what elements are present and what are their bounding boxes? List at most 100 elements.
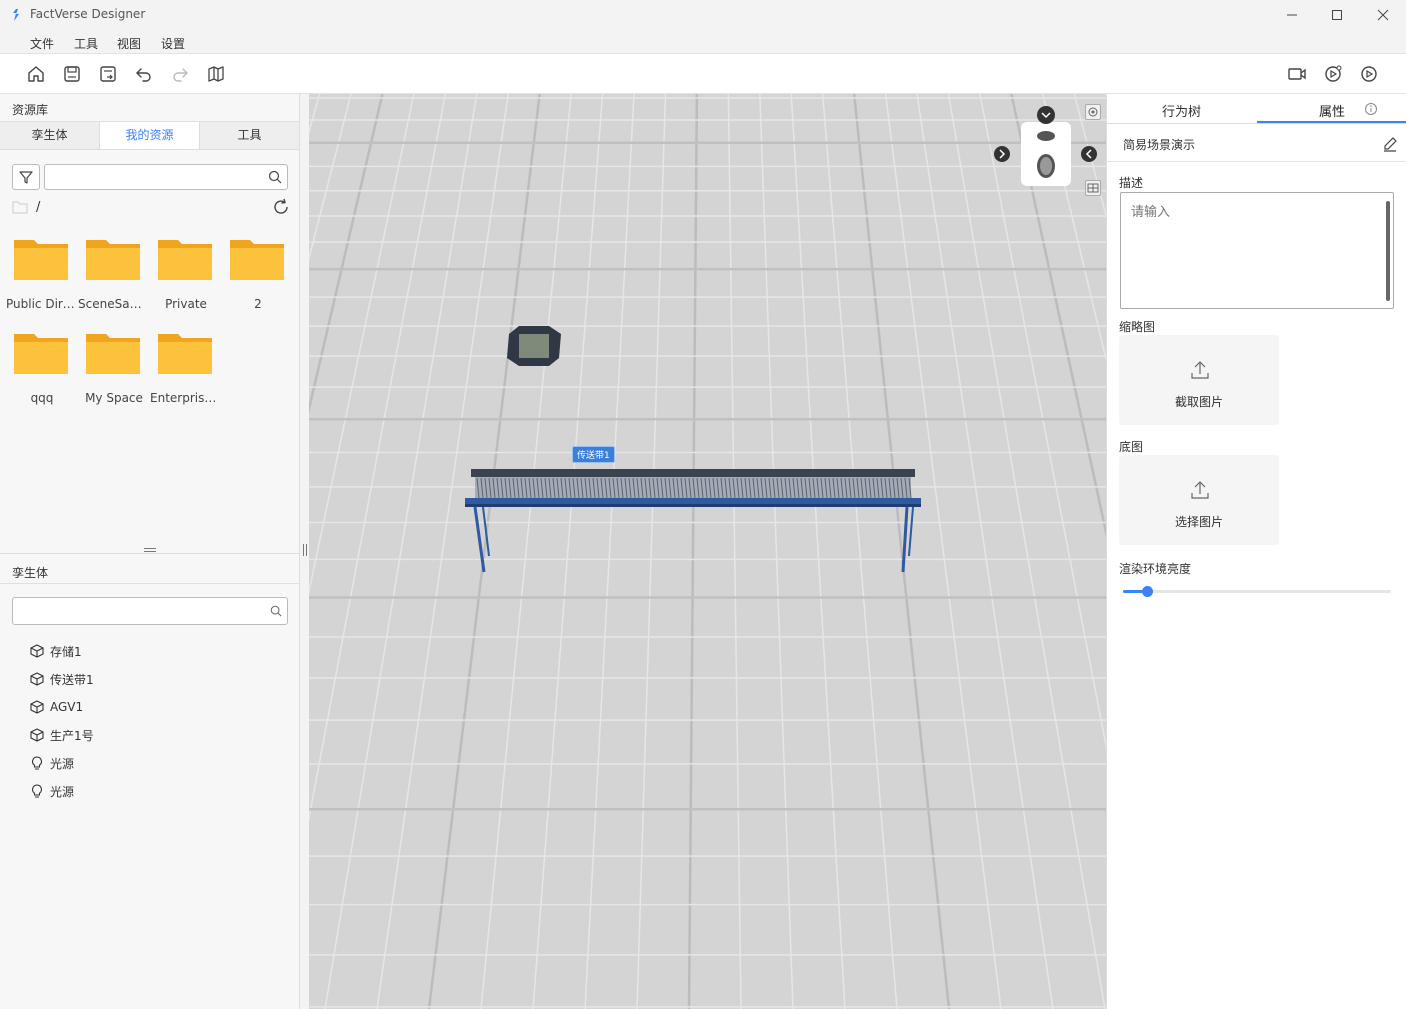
rotate-left-button[interactable] — [994, 146, 1010, 162]
base-image-label: 底图 — [1119, 440, 1144, 454]
panel-splitter[interactable] — [0, 546, 300, 554]
menu-view[interactable]: 视图 — [117, 35, 141, 52]
description-field — [1120, 192, 1394, 309]
twins-search — [12, 597, 288, 625]
folder-icon — [230, 240, 284, 280]
scene-name-row: 简易场景演示 — [1107, 124, 1406, 162]
camera-icon — [1288, 68, 1306, 80]
folder-item[interactable]: qqq — [6, 330, 78, 420]
tab-twins[interactable]: 孪生体 — [0, 122, 100, 149]
search-icon[interactable] — [268, 170, 282, 184]
maximize-icon — [1332, 10, 1342, 20]
minimize-button[interactable] — [1269, 0, 1315, 30]
vertical-splitter[interactable] — [301, 542, 309, 558]
properties-panel: 行为树 属性 简易场景演示 描述 缩略图 截取图片 底图 选择图片 渲染环境亮度 — [1106, 94, 1406, 1009]
active-tab-indicator — [1257, 121, 1406, 123]
map-icon — [208, 66, 224, 82]
description-scrollbar[interactable] — [1386, 201, 1390, 301]
window-title: FactVerse Designer — [30, 7, 146, 21]
selected-object-label[interactable]: 传送带1 — [572, 446, 615, 463]
focus-button[interactable] — [1085, 104, 1101, 120]
grid-toggle-button[interactable] — [1085, 180, 1101, 196]
home-button[interactable] — [25, 63, 47, 85]
folder-icon — [158, 240, 212, 280]
brightness-label: 渲染环境亮度 — [1119, 562, 1192, 576]
folder-item[interactable]: 2 — [222, 236, 294, 326]
undo-button[interactable] — [133, 63, 155, 85]
select-base-image-label: 选择图片 — [1174, 515, 1223, 529]
edit-icon[interactable] — [1382, 136, 1398, 152]
folder-label: Public Directory — [6, 297, 78, 311]
save-button[interactable] — [61, 63, 83, 85]
home-icon — [28, 66, 44, 82]
folder-item[interactable]: My Space — [78, 330, 150, 420]
rotate-up-button[interactable] — [1037, 106, 1055, 124]
play-icon — [1361, 66, 1377, 82]
view-cube[interactable] — [1021, 122, 1071, 186]
menu-tools[interactable]: 工具 — [74, 35, 98, 52]
save-as-icon — [100, 66, 116, 82]
redo-button[interactable] — [169, 63, 191, 85]
rotate-right-button[interactable] — [1081, 146, 1097, 162]
folder-outline-icon — [12, 201, 28, 214]
folder-label: 2 — [254, 297, 262, 311]
folder-item[interactable]: SceneSample — [78, 236, 150, 326]
current-path: / — [36, 200, 41, 215]
resource-search-input[interactable] — [45, 165, 287, 189]
conveyor-model[interactable] — [465, 469, 921, 573]
menu-file[interactable]: 文件 — [30, 35, 54, 52]
play-button[interactable] — [1358, 63, 1380, 85]
tab-properties[interactable]: 属性 — [1319, 101, 1345, 120]
tab-my-resources[interactable]: 我的资源 — [100, 122, 200, 149]
tree-item[interactable]: 存储1 — [30, 641, 82, 661]
cube-icon — [30, 672, 44, 686]
drag-handle-icon — [303, 544, 307, 556]
info-icon[interactable] — [1364, 102, 1378, 116]
brightness-slider[interactable] — [1123, 586, 1391, 597]
capture-thumbnail-button[interactable]: 截取图片 — [1119, 335, 1279, 425]
map-button[interactable] — [205, 63, 227, 85]
folder-item[interactable]: Private — [150, 236, 222, 326]
search-icon[interactable] — [270, 605, 282, 617]
bulb-icon — [32, 756, 42, 770]
publish-button[interactable] — [1322, 63, 1344, 85]
folder-item[interactable]: Enterprise space — [150, 330, 222, 420]
scene-name: 简易场景演示 — [1123, 138, 1196, 152]
storage-model[interactable] — [507, 326, 561, 366]
resource-panel-title: 资源库 — [12, 103, 49, 117]
tab-tools[interactable]: 工具 — [200, 122, 300, 149]
tree-item-label: 传送带1 — [50, 672, 94, 687]
maximize-button[interactable] — [1314, 0, 1360, 30]
folder-item[interactable]: Public Directory — [6, 236, 78, 326]
twins-panel-header: 孪生体 — [0, 556, 300, 584]
drag-handle-icon — [144, 548, 156, 552]
menu-settings[interactable]: 设置 — [161, 35, 185, 52]
folder-label: My Space — [85, 391, 143, 405]
scene-viewport[interactable]: 传送带1 — [309, 94, 1106, 1009]
refresh-icon[interactable] — [272, 198, 290, 216]
chevron-down-icon — [1041, 112, 1051, 119]
folder-label: SceneSample — [78, 297, 150, 311]
tree-item[interactable]: 光源 — [30, 781, 74, 801]
tree-item[interactable]: 光源 — [30, 753, 74, 773]
twins-search-input[interactable] — [13, 598, 287, 624]
camera-button[interactable] — [1286, 63, 1308, 85]
close-icon — [1377, 9, 1389, 21]
app-logo-icon — [13, 9, 19, 21]
tree-item[interactable]: AGV1 — [30, 697, 83, 717]
upload-icon — [1191, 361, 1209, 379]
brightness-slider-thumb[interactable] — [1142, 586, 1154, 597]
save-as-button[interactable] — [97, 63, 119, 85]
close-button[interactable] — [1360, 0, 1406, 30]
tree-item-label: 存储1 — [50, 644, 82, 659]
tree-item-label: AGV1 — [50, 700, 84, 714]
description-input[interactable] — [1121, 193, 1393, 308]
path-bar: / — [12, 198, 290, 218]
filter-button[interactable] — [12, 164, 40, 190]
select-base-image-button[interactable]: 选择图片 — [1119, 455, 1279, 545]
tab-behavior-tree[interactable]: 行为树 — [1162, 101, 1201, 120]
tree-item[interactable]: 传送带1 — [30, 669, 94, 689]
grid-icon — [1087, 183, 1099, 193]
tree-item[interactable]: 生产1号 — [30, 725, 94, 745]
cube-icon — [30, 700, 44, 714]
